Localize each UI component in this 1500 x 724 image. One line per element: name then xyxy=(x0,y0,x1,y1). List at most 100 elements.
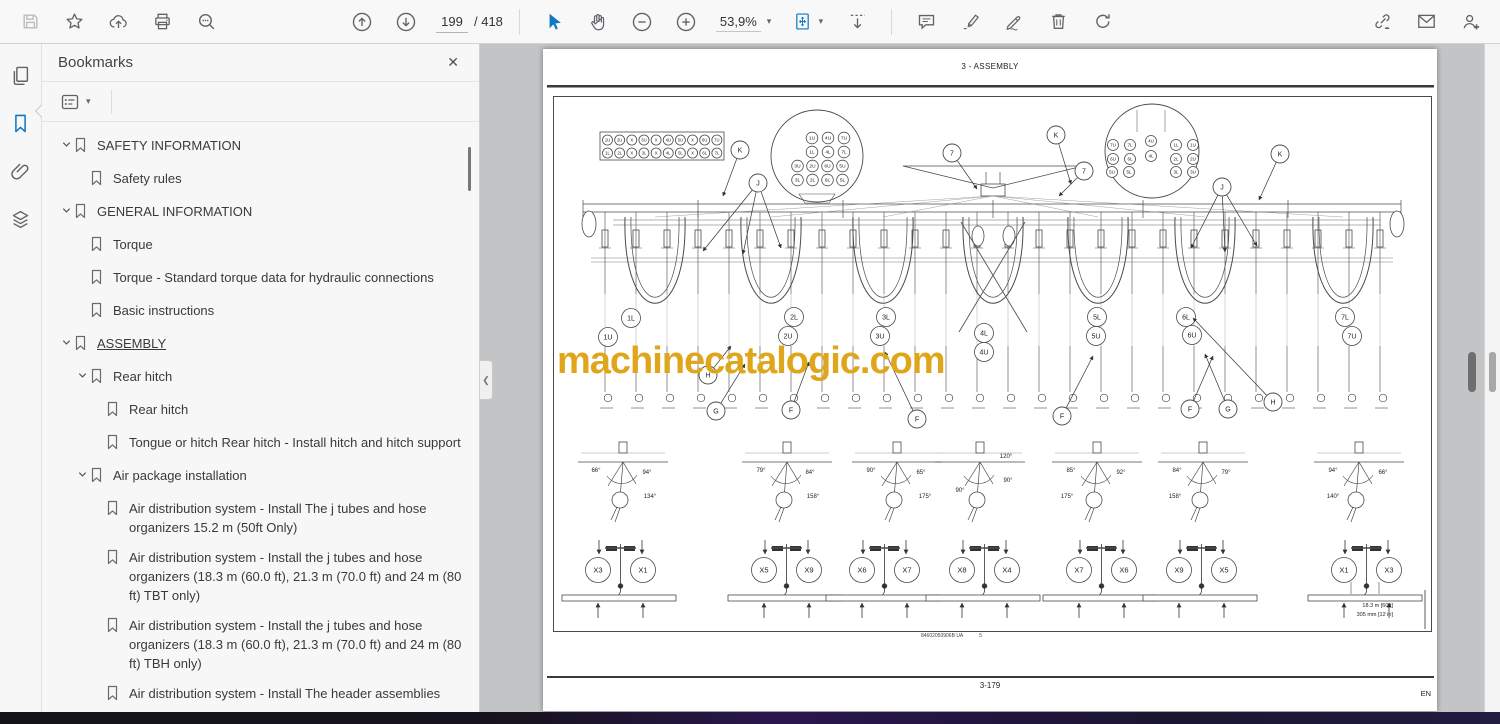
svg-text:7U: 7U xyxy=(841,136,848,142)
document-scrollbar-thumb[interactable] xyxy=(1468,352,1476,392)
zoom-in-button[interactable] xyxy=(669,5,703,39)
bookmark-item[interactable]: GENERAL INFORMATION xyxy=(42,196,479,229)
attachments-icon xyxy=(11,163,29,180)
bookmark-icon xyxy=(90,467,107,488)
page-number-input[interactable] xyxy=(436,10,468,33)
svg-text:158°: 158° xyxy=(807,494,820,500)
svg-text:1U: 1U xyxy=(1190,143,1196,148)
bookmark-item[interactable]: Seeding - Product overview Post assembly… xyxy=(42,711,479,712)
scroll-mode-button[interactable] xyxy=(840,5,874,39)
bookmark-item[interactable]: Air distribution system - Install The j … xyxy=(42,493,479,542)
chevron-down-icon[interactable] xyxy=(58,337,74,348)
sidebar-item-layers[interactable] xyxy=(6,204,36,234)
bookmark-label: Air package installation xyxy=(113,467,247,483)
bookmark-item[interactable]: Tongue or hitch Rear hitch - Install hit… xyxy=(42,427,479,460)
save-icon xyxy=(23,14,37,29)
svg-text:3L: 3L xyxy=(1173,170,1179,175)
chevron-down-icon[interactable] xyxy=(58,139,74,150)
sidebar-item-attachments[interactable] xyxy=(6,156,36,186)
svg-text:18.3 m [60ft]: 18.3 m [60ft] xyxy=(1362,603,1393,609)
bookmark-options-button[interactable]: ▾ xyxy=(54,89,97,115)
chevron-down-icon[interactable] xyxy=(74,469,90,480)
zoom-level-dropdown[interactable]: 53,9% ▾ xyxy=(715,12,771,32)
bookmark-item[interactable]: Torque - Standard torque data for hydrau… xyxy=(42,262,479,295)
bookmark-label: Tongue or hitch Rear hitch - Install hit… xyxy=(129,434,461,450)
svg-text:X: X xyxy=(691,138,694,143)
bookmark-item[interactable]: Safety rules xyxy=(42,163,479,196)
svg-text:7L: 7L xyxy=(1341,315,1349,322)
search-button[interactable] xyxy=(189,5,223,39)
zoom-out-button[interactable] xyxy=(625,5,659,39)
rotate-button[interactable] xyxy=(1085,5,1119,39)
email-icon xyxy=(1417,14,1435,28)
page-up-icon xyxy=(352,12,372,31)
share-link-icon xyxy=(1374,14,1390,30)
svg-text:J: J xyxy=(756,181,760,188)
previous-page-button[interactable] xyxy=(345,5,379,39)
svg-text:2U: 2U xyxy=(809,164,816,170)
print-button[interactable] xyxy=(145,5,179,39)
panel-scrollbar-thumb[interactable] xyxy=(468,147,471,191)
collapse-sidebar-button[interactable]: ❮ xyxy=(480,360,493,400)
favorite-star-button[interactable] xyxy=(57,5,91,39)
svg-text:84°: 84° xyxy=(805,470,815,476)
select-tool-button[interactable] xyxy=(537,5,571,39)
chevron-down-icon[interactable] xyxy=(58,205,74,216)
email-button[interactable] xyxy=(1409,5,1443,39)
bookmark-item[interactable]: Air package installation xyxy=(42,460,479,493)
bookmark-item[interactable]: Rear hitch xyxy=(42,361,479,394)
pdf-page: 3 - ASSEMBLY 1U 4U 7U 1L 4L 7L 3U 2U 6U 5U 3L 2L 6L 5… xyxy=(543,49,1437,711)
svg-text:7U: 7U xyxy=(1348,334,1357,341)
svg-text:6U: 6U xyxy=(702,138,707,143)
page-down-icon xyxy=(396,12,416,31)
bottom-taskbar-edge xyxy=(0,712,1500,724)
add-user-button[interactable] xyxy=(1453,5,1487,39)
chevron-down-icon[interactable] xyxy=(74,370,90,381)
trash-button[interactable] xyxy=(1041,5,1075,39)
share-link-button[interactable] xyxy=(1365,5,1399,39)
bookmark-label: Basic instructions xyxy=(113,302,215,318)
svg-text:1U: 1U xyxy=(809,136,816,142)
upload-cloud-button[interactable] xyxy=(101,5,135,39)
close-panel-button[interactable]: ✕ xyxy=(443,52,463,73)
svg-text:4U: 4U xyxy=(1148,139,1154,144)
svg-text:X1: X1 xyxy=(638,566,647,575)
fit-page-dropdown[interactable]: ▾ xyxy=(784,5,830,39)
bookmark-item[interactable]: Air distribution system - Install the j … xyxy=(42,610,479,678)
svg-text:K: K xyxy=(738,148,743,155)
window-scrollbar-thumb[interactable] xyxy=(1489,352,1496,392)
sidebar-item-bookmarks[interactable] xyxy=(6,108,36,138)
sign-tool-button[interactable] xyxy=(997,5,1031,39)
bookmark-item[interactable]: Rear hitch xyxy=(42,394,479,427)
document-canvas: ❮ 3 - ASSEMBLY 1U 4U 7U 1L 4L 7L 3U 2U 6U 5U 3L 2L 6… xyxy=(480,44,1484,712)
bookmark-item[interactable]: Air distribution system - Install the j … xyxy=(42,542,479,610)
search-icon xyxy=(198,13,214,30)
bookmark-item[interactable]: SAFETY INFORMATION xyxy=(42,130,479,163)
bookmark-item[interactable]: Torque xyxy=(42,229,479,262)
bookmark-item[interactable]: Air distribution system - Install The he… xyxy=(42,678,479,711)
next-page-button[interactable] xyxy=(389,5,423,39)
highlight-tool-button[interactable] xyxy=(953,5,987,39)
comment-tool-button[interactable] xyxy=(909,5,943,39)
svg-text:4L: 4L xyxy=(666,151,671,156)
hand-tool-button[interactable] xyxy=(581,5,615,39)
bookmark-label: Torque - Standard torque data for hydrau… xyxy=(113,269,434,285)
sidebar-item-page-thumbnails[interactable] xyxy=(6,60,36,90)
bookmark-icon xyxy=(90,170,107,191)
select-cursor-icon xyxy=(549,13,562,30)
svg-text:X: X xyxy=(655,138,658,143)
svg-text:4U: 4U xyxy=(825,136,832,142)
svg-text:2L: 2L xyxy=(1173,157,1179,162)
svg-text:X3: X3 xyxy=(1384,566,1393,575)
cloud-upload-icon xyxy=(109,15,127,29)
save-button[interactable] xyxy=(13,5,47,39)
bookmark-item[interactable]: Basic instructions xyxy=(42,295,479,328)
figure-code: 84602050906B UA 5 xyxy=(921,633,983,639)
svg-text:94°: 94° xyxy=(642,470,652,476)
svg-text:3L: 3L xyxy=(795,178,801,184)
bookmark-item[interactable]: ASSEMBLY xyxy=(42,328,479,361)
layers-icon xyxy=(12,210,29,228)
svg-text:6L: 6L xyxy=(1182,315,1190,322)
hand-tool-icon xyxy=(591,14,605,31)
svg-text:90°: 90° xyxy=(1003,478,1013,484)
